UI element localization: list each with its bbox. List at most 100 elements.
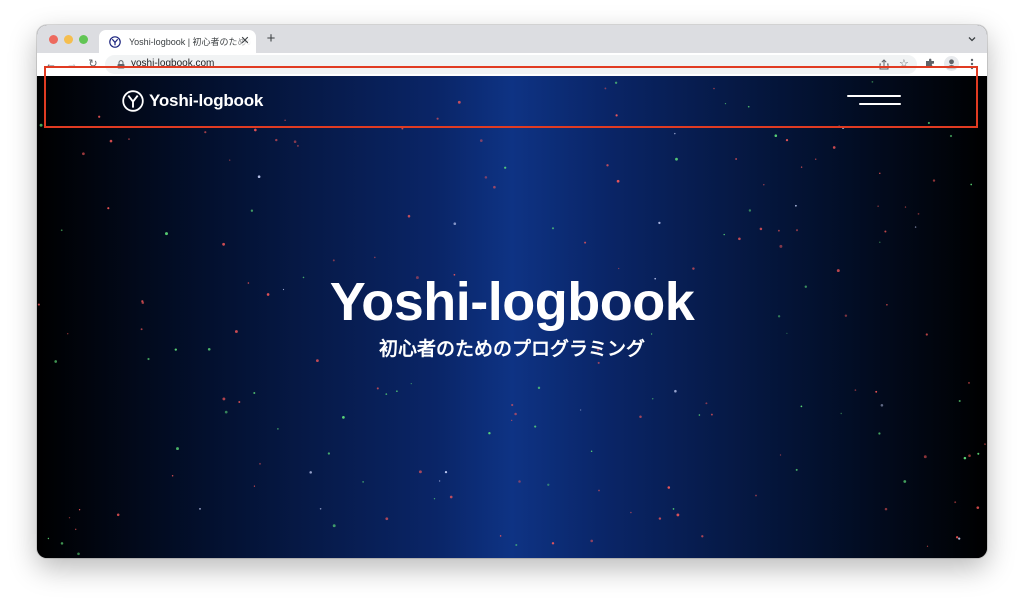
share-icon[interactable] (879, 59, 889, 70)
site-logo[interactable]: Yoshi-logbook (122, 89, 263, 113)
star-dot (639, 415, 642, 418)
star-dot (590, 450, 593, 453)
star-dot (779, 454, 782, 456)
star-dot (82, 152, 85, 156)
hero-section: Yoshi-logbook 初心者のためのプログラミング (37, 272, 987, 362)
star-dot (253, 485, 256, 487)
star-dot (800, 166, 803, 168)
star-dot (407, 214, 411, 218)
star-dot (879, 172, 881, 175)
hamburger-icon[interactable] (847, 92, 901, 108)
back-button[interactable]: ← (45, 58, 57, 70)
star-dot (47, 537, 50, 540)
star-dot (77, 552, 80, 556)
profile-icon[interactable] (944, 56, 959, 71)
star-dot (692, 267, 695, 270)
star-dot (963, 456, 967, 460)
star-dot (534, 425, 537, 428)
star-dot (551, 542, 555, 545)
star-dot (932, 179, 936, 182)
star-dot (68, 517, 71, 519)
star-dot (674, 389, 677, 393)
star-dot (293, 140, 297, 143)
star-dot (410, 382, 412, 385)
address-bar[interactable]: yoshi-logbook.com ☆ (105, 55, 917, 74)
star-dot (675, 157, 678, 161)
star-dot (385, 393, 388, 395)
star-dot (376, 387, 379, 390)
star-dot (109, 139, 113, 143)
star-dot (674, 132, 676, 135)
star-dot (579, 409, 582, 411)
star-dot (954, 501, 957, 504)
url-text[interactable]: yoshi-logbook.com (131, 58, 214, 69)
window-minimize-button[interactable] (64, 35, 73, 44)
star-dot (275, 138, 278, 142)
hero-subtitle: 初心者のためのプログラミング (378, 339, 645, 360)
star-dot (875, 390, 878, 393)
star-dot (204, 131, 207, 134)
star-dot (514, 412, 517, 416)
star-dot (698, 414, 701, 416)
star-dot (958, 399, 961, 403)
star-dot (755, 494, 757, 497)
star-dot (676, 513, 680, 517)
logo-text: Yoshi-logbook (149, 91, 264, 110)
star-dot (723, 233, 725, 236)
star-dot (879, 241, 881, 243)
star-dot (672, 508, 675, 510)
lock-icon[interactable] (117, 60, 125, 69)
star-dot (444, 471, 448, 474)
tab-search-icon[interactable] (967, 34, 977, 44)
reload-button[interactable]: ↻ (87, 58, 99, 70)
star-dot (342, 416, 345, 419)
star-dot (658, 221, 661, 225)
star-dot (795, 229, 799, 232)
star-dot (373, 256, 376, 259)
tab-title: Yoshi-logbook | 初心者のためのプログラミング (129, 37, 251, 47)
star-dot (618, 267, 620, 270)
new-tab-button[interactable]: + (264, 31, 278, 46)
star-dot (854, 389, 857, 391)
logo-y-icon (122, 90, 144, 112)
star-dot (537, 386, 541, 390)
site-favicon-icon (109, 35, 121, 48)
page-viewport: Yoshi-logbook Yoshi-logbook 初心者のためのプログラミ… (37, 76, 987, 558)
star-dot (222, 397, 226, 401)
star-dot (763, 183, 765, 186)
browser-window: Yoshi-logbook | 初心者のためのプログラミング ✕ + ← → ↻… (37, 25, 987, 558)
star-dot (903, 480, 907, 483)
star-dot (748, 209, 752, 212)
tab-close-icon[interactable]: ✕ (239, 35, 251, 47)
star-dot (616, 179, 620, 183)
star-dot (511, 403, 514, 407)
star-dot (250, 209, 254, 212)
star-dot (385, 517, 389, 521)
star-dot (777, 229, 780, 232)
star-dot (779, 244, 783, 248)
star-dot (116, 513, 120, 517)
star-dot (199, 508, 201, 510)
extensions-icon[interactable] (925, 58, 936, 69)
star-dot (176, 447, 179, 451)
star-dot (970, 183, 973, 186)
star-dot (128, 138, 130, 140)
window-close-button[interactable] (49, 35, 58, 44)
star-dot (238, 401, 241, 403)
star-dot (651, 398, 654, 400)
browser-tab[interactable]: Yoshi-logbook | 初心者のためのプログラミング ✕ (99, 30, 256, 53)
star-dot (923, 455, 927, 459)
star-dot (60, 229, 63, 232)
star-dot (433, 498, 436, 500)
forward-button[interactable]: → (66, 58, 78, 70)
bookmark-star-icon[interactable]: ☆ (899, 58, 909, 70)
star-dot (884, 507, 888, 511)
star-dot (984, 443, 986, 445)
star-dot (710, 413, 713, 416)
browser-menu-icon[interactable] (970, 57, 974, 71)
star-dot (795, 468, 798, 471)
window-maximize-button[interactable] (79, 35, 88, 44)
star-dot (74, 528, 77, 531)
tab-strip: Yoshi-logbook | 初心者のためのプログラミング ✕ + (37, 25, 987, 53)
star-dot (551, 227, 555, 230)
